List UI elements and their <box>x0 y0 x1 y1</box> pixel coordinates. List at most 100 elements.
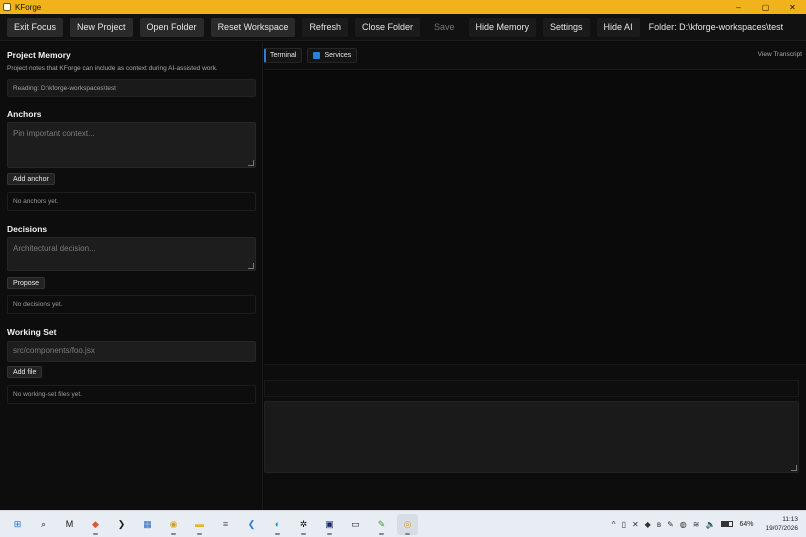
tab-services[interactable]: Services <box>307 48 358 63</box>
notepad-glyph: ≡ <box>222 519 229 529</box>
propose-button[interactable]: Propose <box>7 277 46 289</box>
project-memory-subtitle: Project notes that KForge can include as… <box>7 65 218 72</box>
taskbar-paint-icon[interactable]: ✎ <box>371 514 392 535</box>
resize-handle-icon[interactable] <box>248 160 254 166</box>
show-hidden-icons-icon[interactable]: ^ <box>612 520 616 529</box>
decision-input[interactable]: Architectural decision... <box>7 237 256 271</box>
save-button[interactable]: Save <box>427 18 462 37</box>
minimize-button[interactable]: – <box>725 3 752 12</box>
working-set-placeholder: src/components/foo.jsx <box>13 346 95 355</box>
volume-icon[interactable]: 🔈 <box>705 520 715 529</box>
taskbar-powershell-icon[interactable]: ❯ <box>111 514 132 535</box>
add-file-button[interactable]: Add file <box>7 366 43 378</box>
taskbar-start-icon[interactable]: ⊞ <box>7 514 28 535</box>
taskbar-webstorm-icon[interactable]: ▣ <box>319 514 340 535</box>
hide-memory-button[interactable]: Hide Memory <box>468 17 537 37</box>
taskbar-edge-icon[interactable]: ◐ <box>267 514 288 535</box>
powershell-glyph: ❯ <box>117 518 126 529</box>
running-indicator <box>379 532 384 535</box>
current-folder-label: Folder: D:\kforge-workspaces\test <box>648 22 784 32</box>
open-folder-button[interactable]: Open Folder <box>139 17 204 37</box>
anchor-placeholder: Pin important context... <box>13 129 95 138</box>
reset-workspace-button[interactable]: Reset Workspace <box>210 17 296 37</box>
title-bar: KForge – ▢ ✕ <box>0 0 806 14</box>
webstorm-glyph: ▣ <box>325 518 334 529</box>
wifi-icon[interactable]: ≋ <box>693 520 700 529</box>
window-title: KForge <box>15 2 42 12</box>
taskbar-search-icon[interactable]: ⌕ <box>33 514 54 535</box>
battery-icon[interactable] <box>721 521 734 527</box>
prompt-composer-input[interactable] <box>264 401 799 473</box>
hide-ai-button[interactable]: Hide AI <box>596 17 640 37</box>
project-memory-panel: Project Memory Project notes that KForge… <box>0 42 263 510</box>
panel-tabs: Terminal Services <box>264 48 358 63</box>
working-set-empty-state: No working-set files yet. <box>7 385 256 404</box>
view-transcript-link[interactable]: View Transcript <box>758 51 802 58</box>
taskbar-notepad-icon[interactable]: ≡ <box>215 514 236 535</box>
paint-glyph: ✎ <box>377 518 386 529</box>
restore-button[interactable]: ▢ <box>752 3 779 12</box>
anchors-empty-state: No anchors yet. <box>7 192 256 211</box>
taskbar-store-icon[interactable]: ▦ <box>137 514 158 535</box>
explorer-glyph: ▬ <box>195 519 204 529</box>
add-anchor-button[interactable]: Add anchor <box>7 173 55 185</box>
taskbar-explorer-icon[interactable]: ▬ <box>189 514 210 535</box>
app-icon <box>3 3 11 11</box>
new-project-button[interactable]: New Project <box>70 17 133 37</box>
close-window-button[interactable]: ✕ <box>779 3 806 12</box>
running-indicator <box>275 532 280 535</box>
reading-path: Reading: D:\kforge-workspaces\test <box>7 79 256 97</box>
defender-icon[interactable]: ◆ <box>645 520 651 529</box>
working-set-input[interactable]: src/components/foo.jsx <box>7 341 256 362</box>
tab-services-label: Services <box>324 52 352 59</box>
medium-glyph: M <box>65 519 74 529</box>
settings-button[interactable]: Settings <box>543 17 590 37</box>
running-indicator <box>197 532 202 535</box>
project-memory-title: Project Memory <box>7 50 71 60</box>
taskbar-apps: ⊞ ⌕ M ◆ ❯ ▦ ◉ ▬ ≡ ❮ ◐ ✲ ▣ ▭ ✎ ◎ <box>7 513 418 535</box>
exit-focus-button[interactable]: Exit Focus <box>7 17 64 37</box>
taskbar-medium-icon[interactable]: M <box>59 514 80 535</box>
kforge-glyph: ◎ <box>403 518 412 529</box>
taskbar-vscode-icon[interactable]: ❮ <box>241 514 262 535</box>
clock[interactable]: 11:13 19/07/2026 <box>765 515 798 533</box>
usb-icon[interactable]: ▯ <box>622 520 626 529</box>
decisions-title: Decisions <box>7 224 48 234</box>
refresh-button[interactable]: Refresh <box>302 17 348 37</box>
services-icon <box>313 52 321 59</box>
decisions-empty-state: No decisions yet. <box>7 295 256 314</box>
resize-handle-icon[interactable] <box>248 263 254 269</box>
bluetooth-icon[interactable]: ʙ <box>657 520 661 529</box>
search-glyph: ⌕ <box>40 518 47 529</box>
tab-terminal[interactable]: Terminal <box>264 48 303 63</box>
taskbar-kforge-icon[interactable]: ◎ <box>397 513 418 535</box>
tray-x-icon[interactable]: ✕ <box>632 520 639 529</box>
running-indicator <box>171 532 176 535</box>
location-icon[interactable]: ◍ <box>680 520 687 529</box>
taskbar-terminal-icon[interactable]: ▭ <box>345 514 366 535</box>
taskbar-brave-icon[interactable]: ◆ <box>85 514 106 535</box>
windows-taskbar: ⊞ ⌕ M ◆ ❯ ▦ ◉ ▬ ≡ ❮ ◐ ✲ ▣ ▭ ✎ ◎ ^ ▯ ✕ ◆ ʙ ✎ ◍ ≋ 🔈 64% 1… <box>0 510 806 537</box>
chatgpt-glyph: ✲ <box>299 518 308 529</box>
battery-percent: 64% <box>739 520 754 528</box>
resize-handle-icon[interactable] <box>791 465 797 471</box>
main-toolbar: Exit Focus New Project Open Folder Reset… <box>0 14 806 41</box>
clock-date: 19/07/2026 <box>765 525 798 532</box>
terminal-glyph: ▭ <box>351 518 360 529</box>
anchor-input[interactable]: Pin important context... <box>7 122 256 168</box>
running-indicator <box>405 532 410 535</box>
working-set-title: Working Set <box>7 327 57 337</box>
store-glyph: ▦ <box>143 518 152 529</box>
chrome-glyph: ◉ <box>169 518 178 529</box>
pen-icon[interactable]: ✎ <box>667 520 674 529</box>
clock-time: 11:13 <box>782 516 798 523</box>
ai-panel: Terminal Services View Transcript <box>264 42 806 510</box>
taskbar-chrome-icon[interactable]: ◉ <box>163 514 184 535</box>
vscode-glyph: ❮ <box>247 518 256 529</box>
system-tray: ^ ▯ ✕ ◆ ʙ ✎ ◍ ≋ 🔈 64% 11:13 19/07/2026 <box>612 515 798 533</box>
taskbar-chatgpt-icon[interactable]: ✲ <box>293 514 314 535</box>
terminal-output-area[interactable] <box>264 69 806 365</box>
running-indicator <box>301 532 306 535</box>
status-strip <box>264 380 799 397</box>
close-folder-button[interactable]: Close Folder <box>354 17 420 37</box>
